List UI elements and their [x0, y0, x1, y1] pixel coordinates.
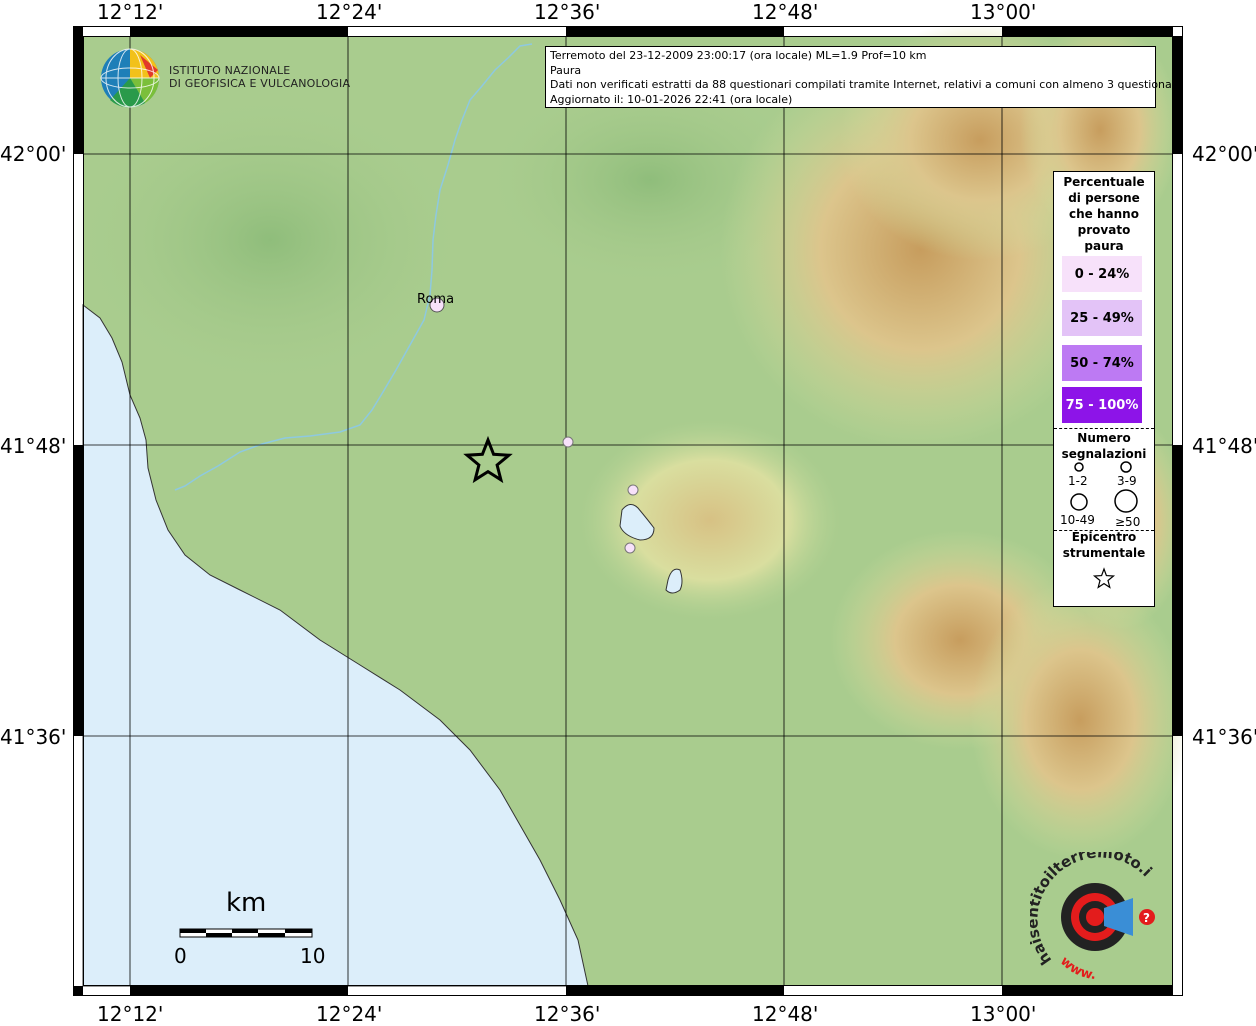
- legend-class-50-74: 50 - 74%: [1062, 345, 1142, 381]
- legend-count-label: 10-49: [1060, 513, 1095, 527]
- bottom-axis-label: 13°00': [970, 1002, 1037, 1026]
- legend-epicenter-title: Epicentro strumentale: [1054, 529, 1154, 561]
- count-circle-large-icon: [1070, 493, 1088, 511]
- legend-title: Percentuale di persone che hanno provato…: [1054, 172, 1154, 254]
- legend-count-title-line: Numero: [1077, 431, 1131, 445]
- ingv-logo-line: DI GEOFISICA E VULCANOLOGIA: [169, 77, 351, 90]
- top-axis-label: 12°12': [97, 0, 164, 24]
- data-disclaimer: Dati non verificati estratti da 88 quest…: [550, 78, 1183, 91]
- relief-alban-hills: [580, 420, 840, 620]
- hsit-logo-main-text: haisentitoilterremoto.it: [1030, 852, 1156, 968]
- right-axis-label: 42°00': [1192, 142, 1256, 166]
- locality-marker[interactable]: [562, 436, 574, 448]
- map-canvas[interactable]: ?: [73, 26, 1183, 996]
- scale-max-label: 10: [300, 944, 326, 968]
- legend-epicenter-title-line: Epicentro: [1071, 530, 1137, 544]
- legend-count-label: 1-2: [1068, 474, 1088, 488]
- event-title: Terremoto del 23-12-2009 23:00:17 (ora l…: [550, 49, 927, 62]
- legend-class-25-49: 25 - 49%: [1062, 300, 1142, 336]
- right-axis-label: 41°36': [1192, 725, 1256, 749]
- ingv-logo-line: ISTITUTO NAZIONALE: [169, 64, 291, 77]
- top-axis-label: 12°36': [534, 0, 601, 24]
- legend-epicenter-title-line: strumentale: [1062, 546, 1146, 560]
- right-axis-label: 41°48': [1192, 434, 1256, 458]
- bottom-axis-label: 12°48': [752, 1002, 819, 1026]
- map-parameter: Paura: [550, 63, 582, 77]
- legend-panel: Percentuale di persone che hanno provato…: [1053, 171, 1155, 607]
- svg-text:www.: www.: [1057, 954, 1097, 982]
- scale-min-label: 0: [174, 944, 187, 968]
- left-axis-label: 41°48': [0, 434, 67, 458]
- locality-marker[interactable]: [627, 484, 639, 496]
- ingv-logo: ISTITUTO NAZIONALE DI GEOFISICA E VULCAN…: [169, 64, 350, 90]
- legend-class-0-24: 0 - 24%: [1062, 256, 1142, 292]
- legend-count-label: 3-9: [1117, 474, 1137, 488]
- legend-class-75-100: 75 - 100%: [1062, 387, 1142, 423]
- legend-star-icon: [1092, 567, 1116, 589]
- hsit-logo-prefix-text: www.: [1057, 954, 1097, 982]
- count-circle-small-icon: [1074, 462, 1084, 472]
- city-label-roma: Roma: [417, 292, 455, 307]
- legend-title-line: provato: [1077, 223, 1131, 237]
- top-axis-label: 13°00': [970, 0, 1037, 24]
- top-axis-label: 12°24': [316, 0, 383, 24]
- legend-title-line: di persone: [1068, 191, 1140, 205]
- hsit-logo-text: haisentitoilterremoto.it www.: [1030, 852, 1156, 982]
- top-axis-label: 12°48': [752, 0, 819, 24]
- locality-marker[interactable]: [624, 542, 636, 554]
- legend-title-line: paura: [1084, 239, 1124, 253]
- count-circle-medium-icon: [1120, 461, 1132, 473]
- legend-divider: [1054, 428, 1154, 429]
- event-info-box: Terremoto del 23-12-2009 23:00:17 (ora l…: [545, 46, 1183, 108]
- count-circle-xlarge-icon: [1114, 489, 1138, 513]
- legend-count-label: ≥50: [1115, 515, 1141, 529]
- svg-text:haisentitoilterremoto.it: haisentitoilterremoto.it: [1030, 852, 1156, 968]
- legend-count-symbols: [1070, 461, 1138, 513]
- scale-bar: [179, 928, 313, 938]
- bottom-axis-label: 12°12': [97, 1002, 164, 1026]
- bottom-axis-label: 12°24': [316, 1002, 383, 1026]
- legend-title-line: Percentuale: [1063, 175, 1145, 189]
- left-axis-label: 41°36': [0, 725, 67, 749]
- legend-title-line: che hanno: [1069, 207, 1139, 221]
- scale-title: km: [226, 888, 267, 918]
- left-axis-label: 42°00': [0, 142, 67, 166]
- bottom-axis-label: 12°36': [534, 1002, 601, 1026]
- update-timestamp: Aggiornato il: 10-01-2026 22:41 (ora loc…: [550, 92, 793, 106]
